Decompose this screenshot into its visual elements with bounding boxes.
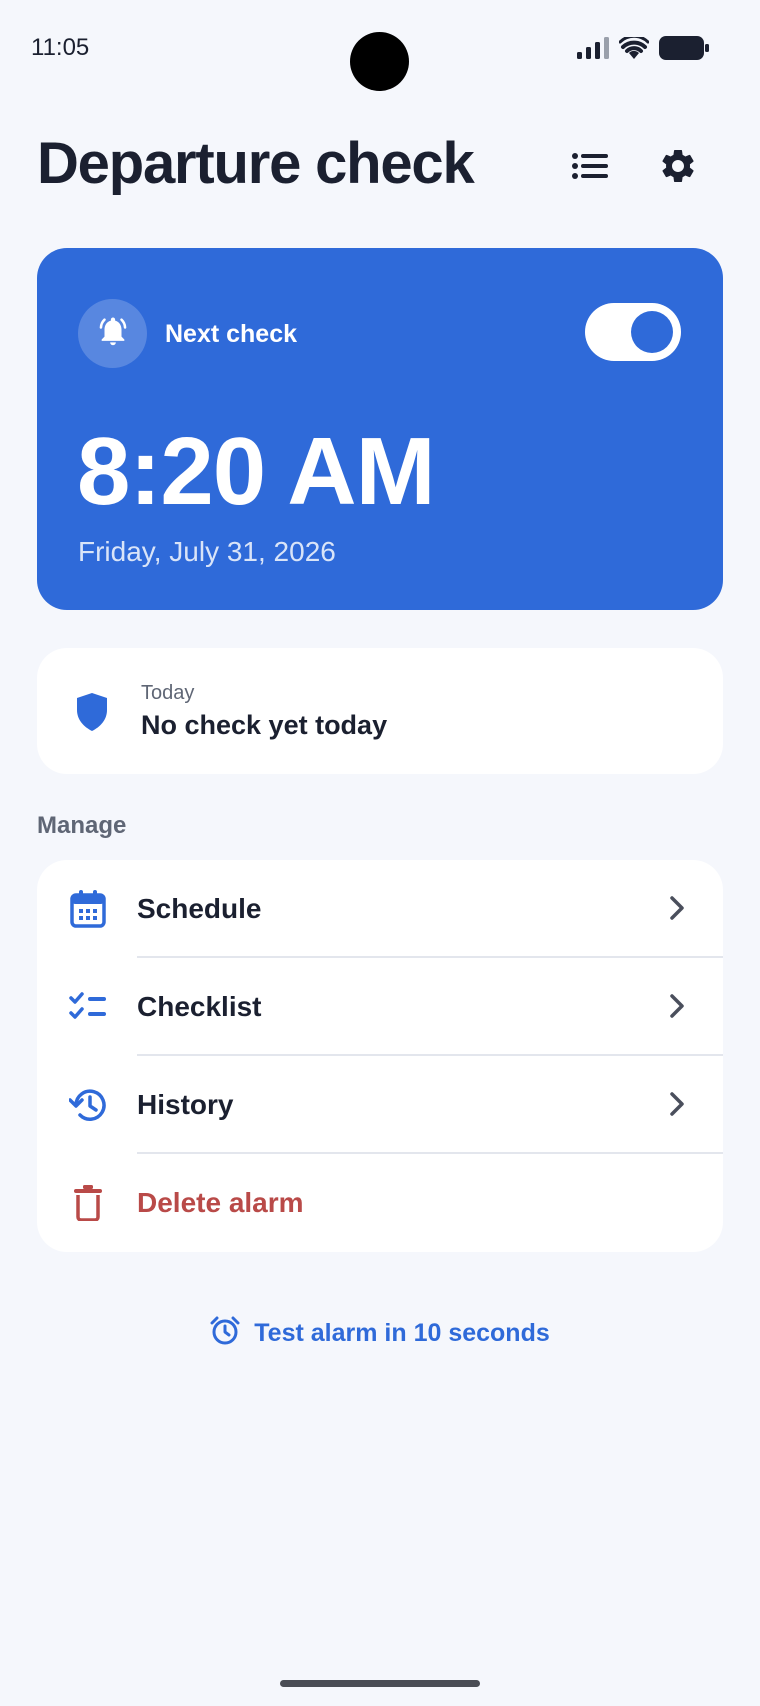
wifi-icon xyxy=(619,37,649,59)
alarm-clock-icon xyxy=(210,1316,240,1351)
menu-item-delete-alarm[interactable]: Delete alarm xyxy=(37,1154,723,1252)
page-title: Departure check xyxy=(37,131,475,196)
next-check-time: 8:20 AM xyxy=(77,418,436,525)
alarm-toggle[interactable] xyxy=(585,303,681,361)
history-icon xyxy=(69,1086,107,1124)
section-title-manage: Manage xyxy=(37,812,127,839)
camera-cutout xyxy=(350,32,409,91)
home-indicator[interactable] xyxy=(280,1680,480,1687)
menu-item-schedule[interactable]: Schedule xyxy=(37,860,723,958)
list-icon xyxy=(572,152,608,184)
next-check-label: Next check xyxy=(165,320,298,348)
list-button[interactable] xyxy=(564,142,616,194)
menu-item-label: History xyxy=(137,1089,234,1120)
calendar-icon xyxy=(69,890,107,928)
menu-item-checklist[interactable]: Checklist xyxy=(37,958,723,1056)
today-card: Today No check yet today xyxy=(37,648,723,774)
battery-icon xyxy=(659,36,709,60)
menu-item-label: Checklist xyxy=(137,991,262,1022)
chevron-right-icon xyxy=(669,1091,685,1122)
gear-icon xyxy=(658,146,698,191)
shield-icon xyxy=(75,692,109,737)
next-check-date: Friday, July 31, 2026 xyxy=(78,536,336,567)
today-status: No check yet today xyxy=(141,710,388,740)
next-check-card[interactable]: Next check 8:20 AM Friday, July 31, 2026 xyxy=(37,248,723,610)
toggle-knob xyxy=(631,311,673,353)
test-alarm-button[interactable]: Test alarm in 10 seconds xyxy=(0,1316,760,1351)
test-alarm-label: Test alarm in 10 seconds xyxy=(254,1319,550,1347)
chevron-right-icon xyxy=(669,895,685,926)
checklist-icon xyxy=(69,988,107,1026)
chevron-right-icon xyxy=(669,993,685,1024)
bell-icon xyxy=(96,314,130,353)
manage-menu: Schedule Checklist History Delete alarm xyxy=(37,860,723,1252)
signal-icon xyxy=(577,37,609,59)
status-bar: 11:05 xyxy=(0,0,760,100)
status-time: 11:05 xyxy=(31,34,90,61)
menu-item-label: Delete alarm xyxy=(137,1187,304,1218)
today-label: Today xyxy=(141,682,195,704)
settings-button[interactable] xyxy=(652,142,704,194)
menu-item-history[interactable]: History xyxy=(37,1056,723,1154)
status-icons xyxy=(577,36,709,60)
bell-badge xyxy=(78,299,147,368)
menu-item-label: Schedule xyxy=(137,893,262,924)
trash-icon xyxy=(69,1184,107,1222)
